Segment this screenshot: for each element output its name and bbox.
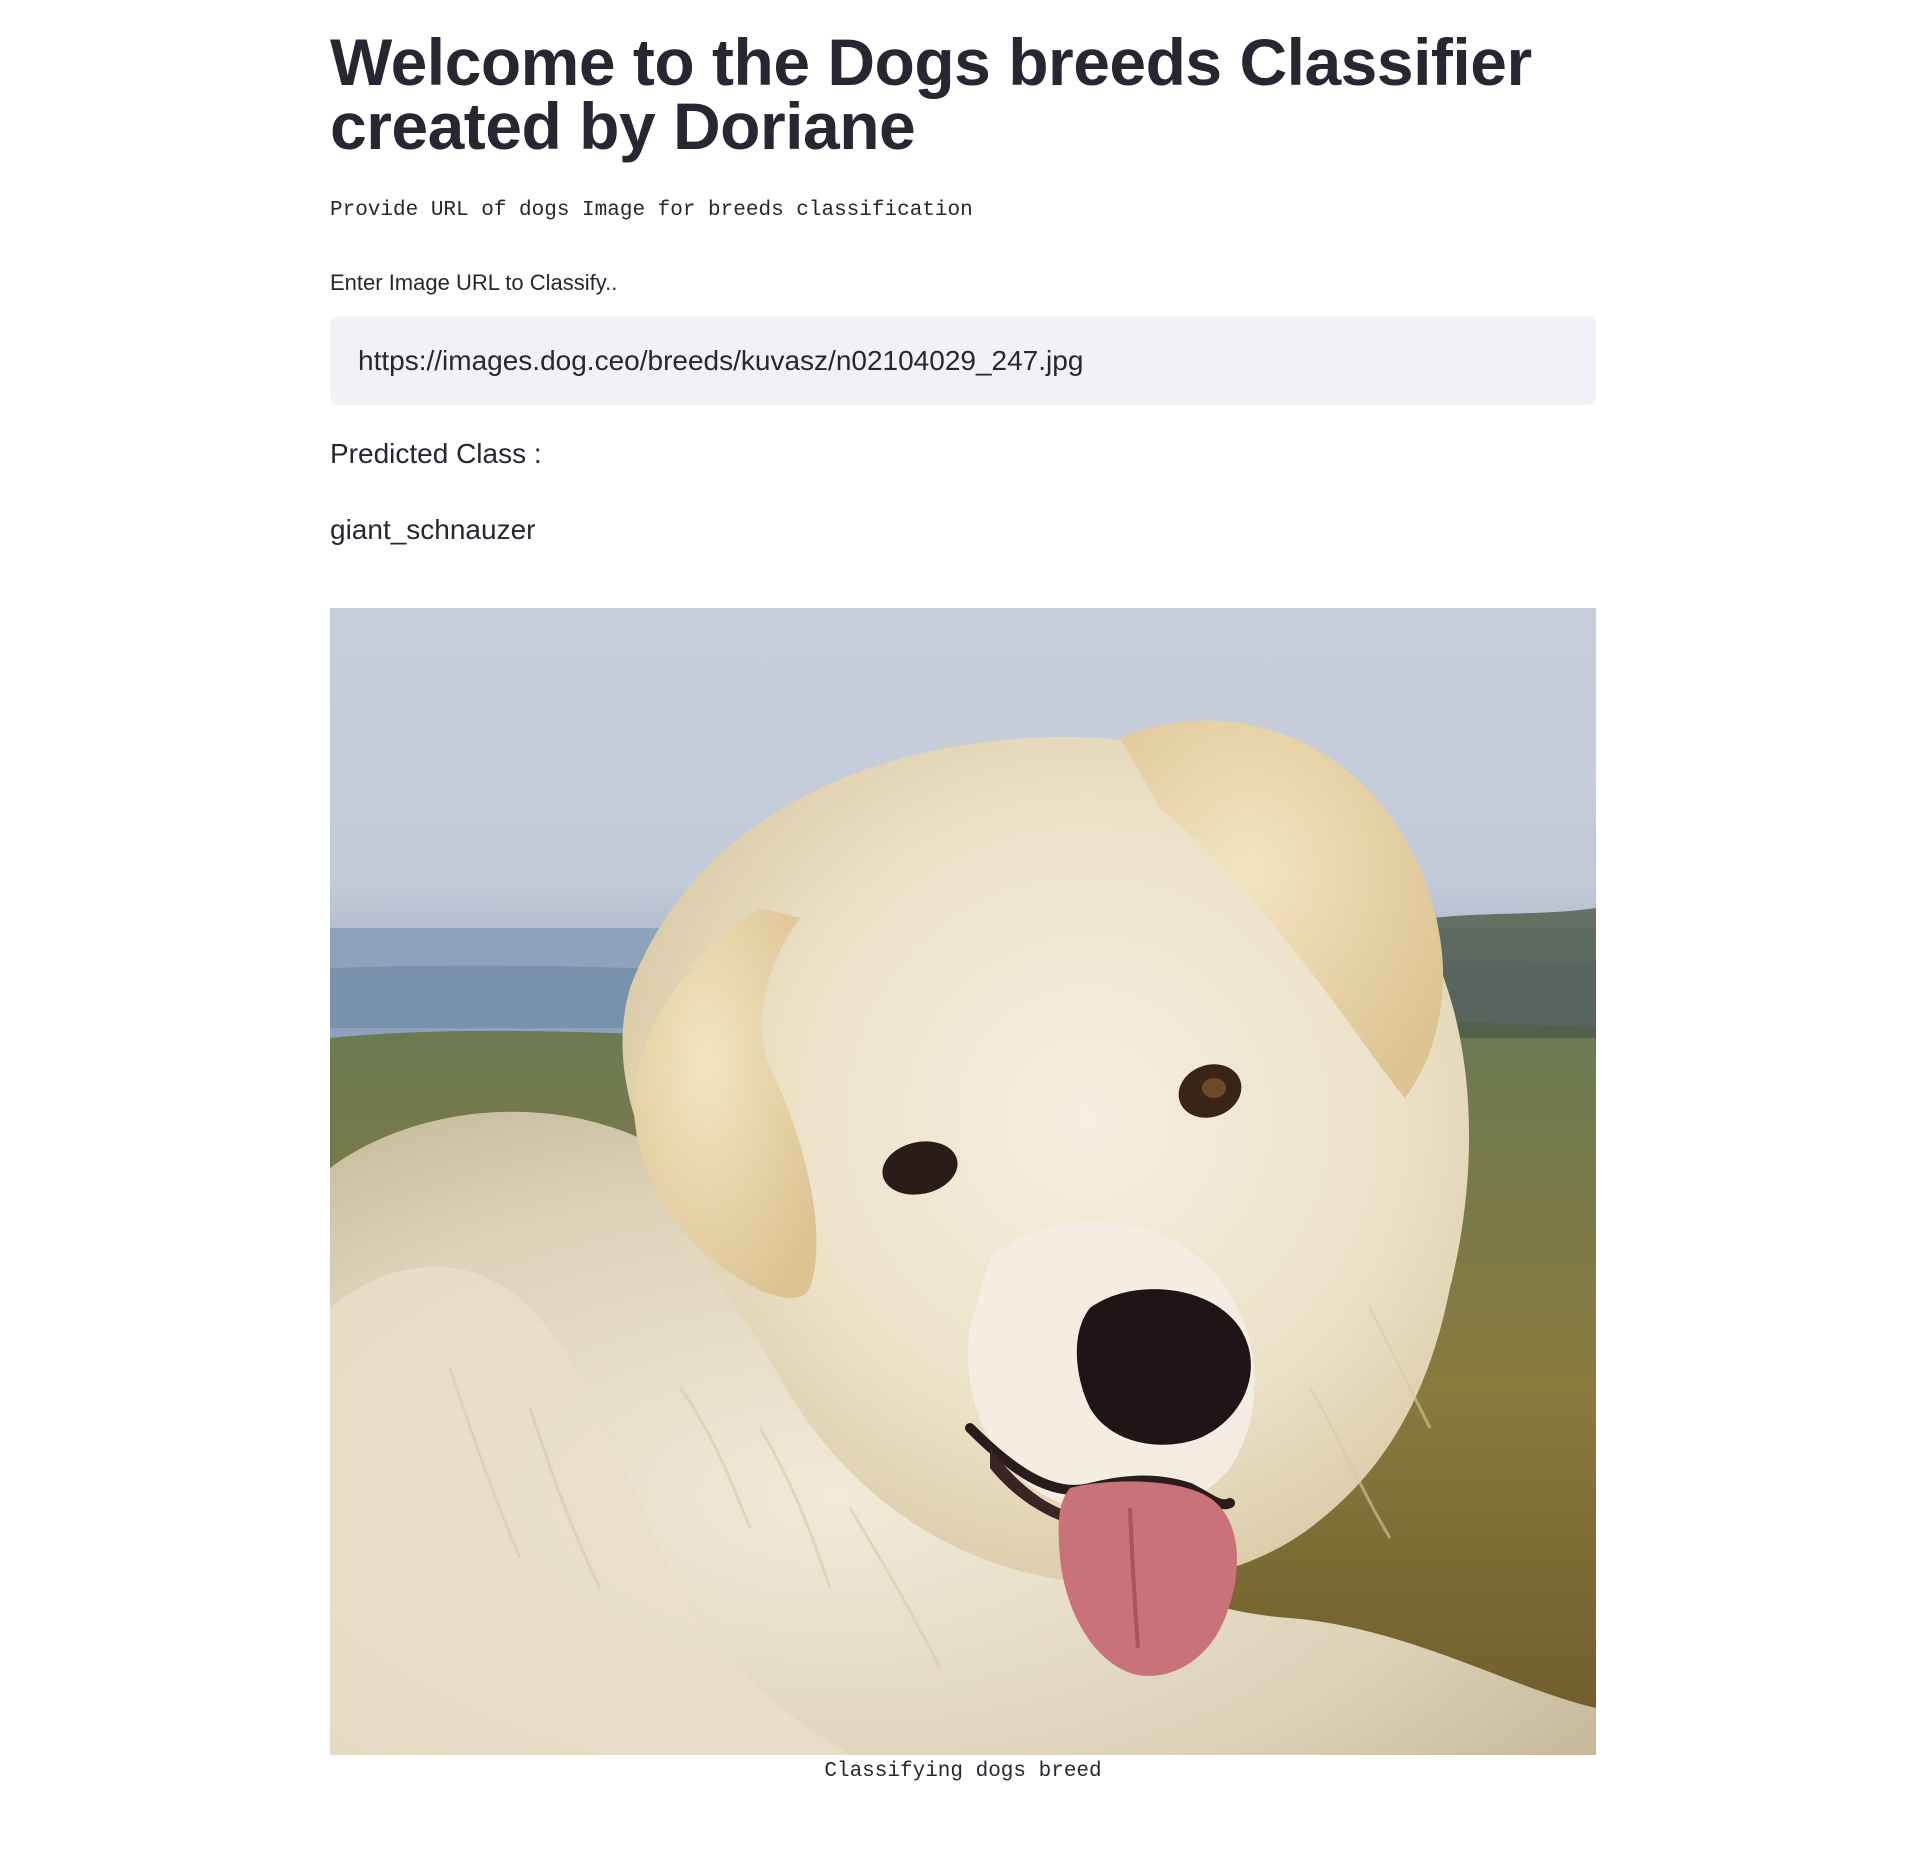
- dog-photo: [330, 608, 1596, 1755]
- page-subtitle: Provide URL of dogs Image for breeds cla…: [330, 199, 973, 222]
- predicted-class-value: giant_schnauzer: [330, 514, 536, 545]
- predicted-class-label: Predicted Class :: [330, 438, 542, 469]
- image-caption: Classifying dogs breed: [824, 1760, 1102, 1783]
- url-field-label: Enter Image URL to Classify..: [330, 270, 618, 295]
- image-url-input[interactable]: [330, 316, 1596, 405]
- page-title: Welcome to the Dogs breeds Classifier cr…: [330, 25, 1532, 163]
- main-content: Welcome to the Dogs breeds Classifier cr…: [330, 0, 1596, 1785]
